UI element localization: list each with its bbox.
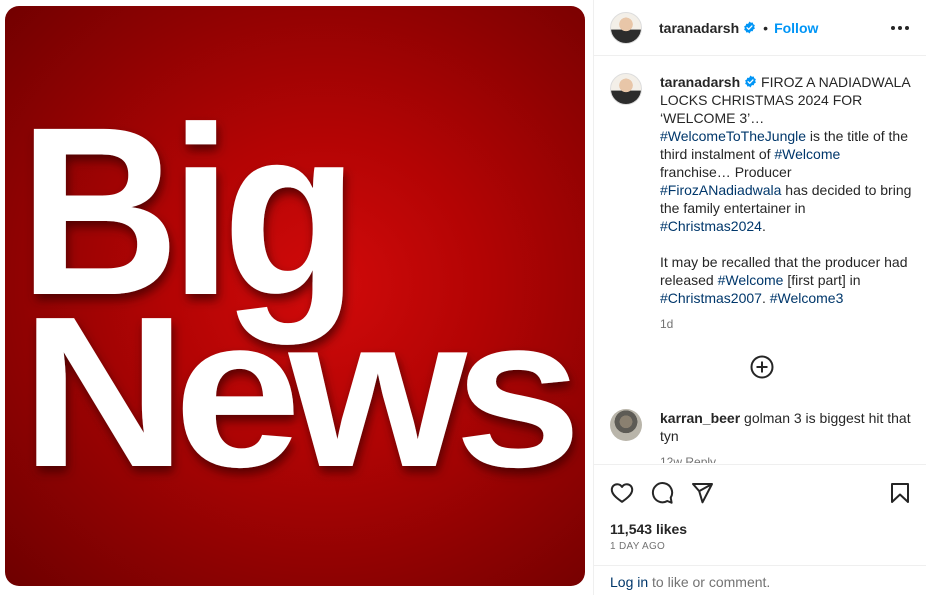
hashtag-link[interactable]: #Welcome [718,272,784,288]
author-username[interactable]: taranadarsh [659,20,739,36]
separator-dot: • [763,19,769,36]
caption-username[interactable]: taranadarsh [660,74,740,90]
bookmark-icon[interactable] [888,481,912,505]
verified-badge-icon [745,75,757,88]
caption-text: taranadarsh FIROZ A NADIADWALA LOCKS CHR… [660,73,912,333]
big-news-graphic: Big News [19,77,585,512]
heart-icon[interactable] [610,481,634,505]
likes-count[interactable]: 11,543 likes [610,521,687,537]
hashtag-link[interactable]: #Welcome [774,146,840,162]
post-side-panel: taranadarsh • Follow taranadarsh FIROZ A… [593,0,926,595]
action-bar: 11,543 likes 1 DAY AGO Log in to like or… [594,464,926,595]
hashtag-link[interactable]: #Christmas2024 [660,218,762,234]
caption-text-segment: franchise… Producer [660,164,792,180]
comment-meta[interactable]: 12w Reply [660,453,915,463]
news-word: News [21,271,573,512]
commenter-username[interactable]: karran_beer [660,410,740,426]
share-icon[interactable] [690,481,714,505]
comments-section[interactable]: taranadarsh FIROZ A NADIADWALA LOCKS CHR… [594,57,926,463]
hashtag-link[interactable]: #Christmas2007 [660,290,762,306]
caption-text-segment: . [761,290,770,306]
caption-timestamp[interactable]: 1d [660,315,912,333]
load-more-plus-icon[interactable] [750,355,774,379]
verified-badge-icon [744,21,756,34]
post-caption: taranadarsh FIROZ A NADIADWALA LOCKS CHR… [610,73,915,333]
hashtag-link[interactable]: #Welcome3 [770,290,844,306]
more-options-icon[interactable] [891,20,909,36]
author-avatar[interactable] [610,11,642,44]
commenter-avatar[interactable] [610,409,642,441]
post-header: taranadarsh • Follow [594,0,926,56]
follow-button[interactable]: Follow [774,20,818,36]
caption-text-segment: . [761,218,766,234]
post-media-panel: Big News [0,0,593,595]
login-prompt-text: to like or comment. [648,574,771,590]
post-image[interactable]: Big News [5,6,585,586]
hashtag-link[interactable]: #FirozANadiadwala [660,182,781,198]
comment-text: karran_beer golman 3 is biggest hit that… [660,409,915,463]
hashtag-link[interactable]: #WelcomeToTheJungle [660,128,806,144]
comment-item: karran_beer golman 3 is biggest hit that… [610,409,915,463]
comment-icon[interactable] [650,481,674,505]
login-link[interactable]: Log in [610,574,648,590]
caption-author-avatar[interactable] [610,73,642,105]
login-prompt: Log in to like or comment. [594,565,926,595]
post-date[interactable]: 1 DAY AGO [610,541,665,552]
caption-text-segment: [first part] in [783,272,861,288]
